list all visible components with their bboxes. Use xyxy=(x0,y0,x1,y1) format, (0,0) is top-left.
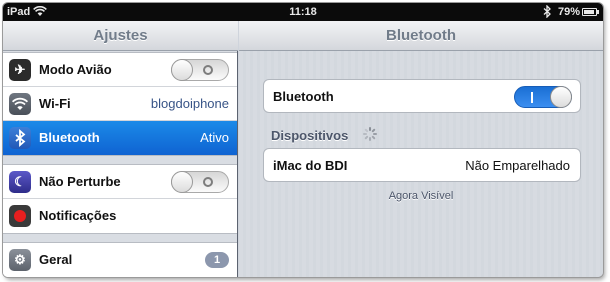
do-not-disturb-switch[interactable] xyxy=(171,171,229,193)
bluetooth-icon xyxy=(9,127,31,149)
bluetooth-switch[interactable] xyxy=(514,86,572,108)
status-bar: iPad 11:18 79% xyxy=(3,3,603,21)
devices-section-header: Dispositivos xyxy=(271,128,349,143)
sidebar-item-label: Geral xyxy=(39,252,73,267)
visibility-status: Agora Visível xyxy=(388,190,454,202)
device-pairing-status: Não Emparelhado xyxy=(465,158,570,173)
sidebar-item-general[interactable]: ⚙ Geral 1 xyxy=(3,243,237,277)
sidebar-item-label: Não Perturbe xyxy=(39,174,121,189)
battery-icon xyxy=(582,8,599,16)
settings-group-notifications: ☾ Não Perturbe Notificações xyxy=(3,164,237,234)
wifi-icon xyxy=(9,93,31,115)
sidebar-item-wifi[interactable]: Wi-Fi blogdoiphone xyxy=(3,87,237,121)
sidebar-title: Ajustes xyxy=(3,21,238,51)
wifi-network-name: blogdoiphone xyxy=(150,96,229,111)
sidebar-item-airplane-mode[interactable]: ✈ Modo Avião xyxy=(3,53,237,87)
switch-knob xyxy=(171,59,193,81)
moon-icon: ☾ xyxy=(9,171,31,193)
settings-list: ✈ Modo Avião Wi-Fi blogdoiphone Bluetoot… xyxy=(3,52,237,277)
sidebar-item-notifications[interactable]: Notificações xyxy=(3,199,237,233)
switch-knob xyxy=(171,171,193,193)
group-spacer xyxy=(3,156,237,164)
bluetooth-detail-pane: Bluetooth Bluetooth Dispositivos iMac do… xyxy=(239,21,603,277)
sidebar-item-label: Bluetooth xyxy=(39,130,100,145)
settings-group-general: ⚙ Geral 1 xyxy=(3,242,237,277)
switch-off-indicator xyxy=(203,65,213,75)
searching-spinner-icon xyxy=(363,127,377,141)
settings-group-connectivity: ✈ Modo Avião Wi-Fi blogdoiphone Bluetoot… xyxy=(3,52,237,156)
status-bluetooth-icon xyxy=(543,4,552,21)
update-badge: 1 xyxy=(205,252,229,268)
settings-sidebar: Ajustes ✈ Modo Avião Wi-Fi blogdoiphone … xyxy=(3,21,238,277)
sidebar-item-do-not-disturb[interactable]: ☾ Não Perturbe xyxy=(3,165,237,199)
battery-percent: 79% xyxy=(558,6,581,18)
bluetooth-toggle-label: Bluetooth xyxy=(273,89,334,104)
status-time: 11:18 xyxy=(289,6,317,18)
detail-title: Bluetooth xyxy=(239,21,603,51)
notifications-icon xyxy=(9,205,31,227)
airplane-icon: ✈ xyxy=(9,59,31,81)
sidebar-item-label: Notificações xyxy=(39,208,117,223)
group-spacer xyxy=(3,234,237,242)
gear-icon: ⚙ xyxy=(9,249,31,271)
bluetooth-toggle-row[interactable]: Bluetooth xyxy=(263,79,581,113)
device-name: iMac do BDI xyxy=(273,158,348,173)
device-row-imac[interactable]: iMac do BDI Não Emparelhado xyxy=(263,148,581,182)
ipad-screen: iPad 11:18 79% Ajustes ✈ Modo Avião Wi-F… xyxy=(3,3,603,277)
bluetooth-status-value: Ativo xyxy=(200,130,229,145)
sidebar-item-label: Wi-Fi xyxy=(39,96,71,111)
switch-on-indicator xyxy=(531,92,533,103)
switch-knob xyxy=(550,86,572,108)
airplane-mode-switch[interactable] xyxy=(171,59,229,81)
switch-off-indicator xyxy=(203,177,213,187)
sidebar-item-bluetooth[interactable]: Bluetooth Ativo xyxy=(3,121,237,155)
sidebar-item-label: Modo Avião xyxy=(39,62,112,77)
